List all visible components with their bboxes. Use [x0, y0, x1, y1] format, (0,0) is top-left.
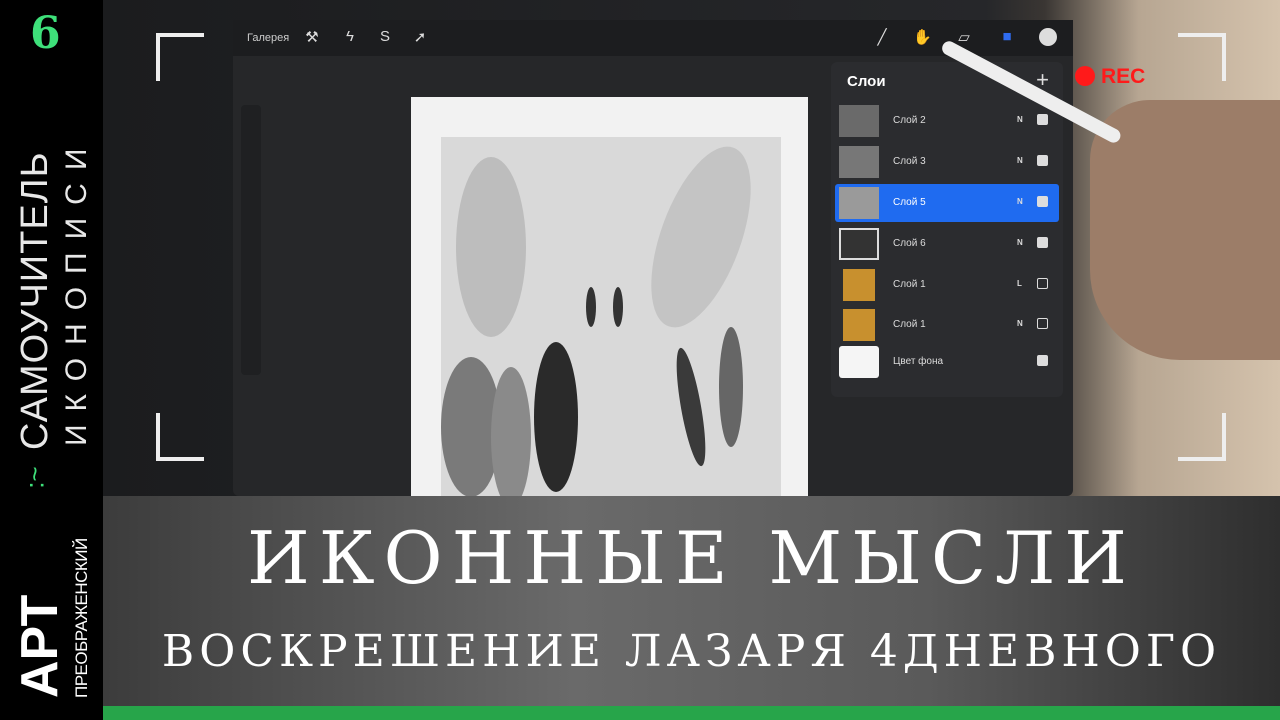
- episode-number: 6: [30, 8, 61, 59]
- blend-mode-button[interactable]: L: [1017, 279, 1022, 288]
- viewfinder-corner: [1178, 413, 1226, 461]
- visibility-checkbox[interactable]: [1037, 155, 1048, 166]
- blend-mode-button[interactable]: N: [1017, 238, 1023, 247]
- visibility-checkbox[interactable]: [1037, 196, 1048, 207]
- rec-label: REC: [1101, 65, 1146, 88]
- layer-row[interactable]: Слой 1 N: [835, 306, 1059, 344]
- visibility-checkbox[interactable]: [1037, 114, 1048, 125]
- layer-thumbnail: [839, 346, 879, 378]
- brand-main: АРТ: [11, 594, 69, 698]
- layer-thumbnail: [839, 187, 879, 219]
- rec-indicator: REC: [1075, 65, 1145, 89]
- background-layer-row[interactable]: Цвет фона: [835, 343, 1059, 381]
- title-band: ИКОННЫЕ МЫСЛИ ВОСКРЕШЕНИЕ ЛАЗАРЯ 4ДНЕВНО…: [103, 496, 1280, 706]
- eraser-icon[interactable]: ▱: [955, 28, 973, 46]
- layer-thumbnail: [839, 228, 879, 260]
- blend-mode-button[interactable]: N: [1017, 197, 1023, 206]
- layers-panel: Слои + Слой 2N Слой 3N Слой 5N Слой 6N С…: [831, 62, 1063, 397]
- layer-row[interactable]: Слой 3 N: [835, 143, 1059, 181]
- drawing-canvas[interactable]: [411, 97, 808, 507]
- accent-bar: [103, 706, 1280, 720]
- tilde-ornament-icon: :~: [19, 466, 50, 489]
- layer-row[interactable]: Слой 6 N: [835, 225, 1059, 263]
- blend-mode-button[interactable]: N: [1017, 156, 1023, 165]
- layer-thumbnail: [839, 105, 879, 137]
- blend-mode-button[interactable]: N: [1017, 319, 1023, 328]
- color-picker-icon[interactable]: [1039, 28, 1057, 46]
- layer-name: Слой 1: [893, 319, 926, 330]
- layer-row[interactable]: Слой 1 L: [835, 266, 1059, 304]
- layers-icon[interactable]: ■: [998, 28, 1016, 46]
- layer-name: Слой 6: [893, 238, 926, 249]
- transform-icon[interactable]: ➚: [411, 28, 429, 46]
- layers-panel-title: Слои: [847, 73, 886, 90]
- series-title-line2: ИКОНОПИСИ: [60, 135, 93, 446]
- smudge-icon[interactable]: ✋: [913, 28, 932, 46]
- rec-dot-icon: [1075, 66, 1095, 86]
- channel-sidebar: 6 САМОУЧИТЕЛЬ ИКОНОПИСИ :~ АРТ ПРЕОБРАЖЕ…: [0, 0, 103, 720]
- layer-name: Слой 5: [893, 197, 926, 208]
- layer-thumbnail: [839, 146, 879, 178]
- layer-name: Слой 1: [893, 279, 926, 290]
- gallery-button[interactable]: Галерея: [247, 32, 289, 44]
- ipad-screen: Галерея ⚒ ϟ S ➚ ╱ ✋ ▱ ■ Слои + Слой 2 N …: [233, 20, 1073, 507]
- video-title: ИКОННЫЕ МЫСЛИ: [247, 516, 1136, 600]
- visibility-checkbox[interactable]: [1037, 278, 1048, 289]
- video-subtitle: ВОСКРЕШЕНИЕ ЛАЗАРЯ 4ДНЕВНОГО: [161, 626, 1222, 677]
- layer-name: Слой 3: [893, 156, 926, 167]
- visibility-checkbox[interactable]: [1037, 355, 1048, 366]
- layer-row-selected[interactable]: Слой 5 N: [835, 184, 1059, 222]
- visibility-checkbox[interactable]: [1037, 318, 1048, 329]
- canvas-artwork: [441, 137, 781, 507]
- brush-icon[interactable]: ╱: [873, 28, 891, 46]
- visibility-checkbox[interactable]: [1037, 237, 1048, 248]
- viewfinder-corner: [156, 413, 204, 461]
- wrench-icon[interactable]: ⚒: [303, 28, 321, 46]
- layer-thumbnail: [843, 269, 875, 301]
- layer-name: Слой 2: [893, 115, 926, 126]
- brush-size-slider[interactable]: [241, 105, 261, 375]
- viewfinder-corner: [1178, 33, 1226, 81]
- selection-icon[interactable]: S: [376, 28, 394, 46]
- layer-thumbnail: [843, 309, 875, 341]
- blend-mode-button[interactable]: N: [1017, 115, 1023, 124]
- viewfinder-corner: [156, 33, 204, 81]
- layer-row[interactable]: Слой 2 N: [835, 102, 1059, 140]
- series-title-line1: САМОУЧИТЕЛЬ: [14, 151, 56, 450]
- adjustments-icon[interactable]: ϟ: [341, 28, 359, 46]
- layer-name: Цвет фона: [893, 356, 944, 367]
- brand-sub: ПРЕОБРАЖЕНСКИЙ: [72, 538, 91, 698]
